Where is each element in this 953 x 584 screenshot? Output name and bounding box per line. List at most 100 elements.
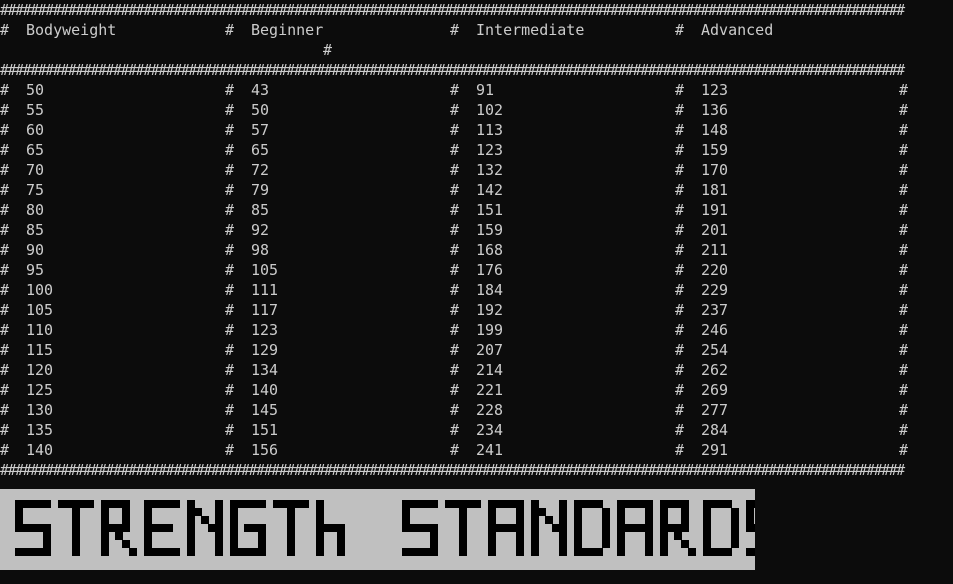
column-separator: # <box>0 81 10 99</box>
banner-pixel <box>287 524 295 532</box>
banner-pixel <box>151 548 159 556</box>
column-separator: # <box>899 321 909 339</box>
banner-pixel <box>409 548 417 556</box>
table-cell: 102 <box>476 101 504 119</box>
column-separator: # <box>0 221 10 239</box>
banner-pixel <box>581 548 589 556</box>
banner-pixel <box>473 500 481 508</box>
banner-pixel <box>660 540 668 548</box>
banner-pixel <box>151 500 159 508</box>
banner-pixel <box>645 548 653 556</box>
banner-pixel <box>122 524 130 532</box>
banner-pixel <box>337 532 345 540</box>
banner-pixel <box>230 540 238 548</box>
banner-pixel <box>509 524 517 532</box>
banner-pixel <box>215 540 223 548</box>
column-separator: # <box>450 181 460 199</box>
banner-pixel <box>531 540 539 548</box>
table-row: #120 #134 #214 #262 # <box>0 360 953 380</box>
banner-pixel <box>122 500 130 508</box>
banner-pixel <box>710 548 718 556</box>
column-separator: # <box>899 81 909 99</box>
banner-pixel <box>731 508 739 516</box>
table-cell: 170 <box>701 161 729 179</box>
table-cell: 221 <box>476 381 504 399</box>
table-cell: 85 <box>26 221 45 239</box>
table-cell: 207 <box>476 341 504 359</box>
banner-pixel <box>731 524 739 532</box>
column-separator: # <box>225 241 235 259</box>
banner-pixel <box>215 500 223 508</box>
banner-pixel <box>301 500 309 508</box>
column-header: Advanced <box>701 21 774 39</box>
banner-pixel <box>423 524 431 532</box>
banner-pixel <box>115 532 123 540</box>
banner-pixel <box>72 548 80 556</box>
table-cell: 228 <box>476 401 504 419</box>
table-cell: 98 <box>251 241 270 259</box>
banner-pixel <box>660 548 668 556</box>
column-separator: # <box>450 261 460 279</box>
banner-pixel <box>144 516 152 524</box>
banner-pixel <box>645 516 653 524</box>
banner-pixel <box>187 548 195 556</box>
banner-pixel <box>72 524 80 532</box>
table-row: #105 #117 #192 #237 # <box>0 300 953 320</box>
column-separator: # <box>675 141 685 159</box>
banner-pixel <box>645 532 653 540</box>
table-row: #125 #140 #221 #269 # <box>0 380 953 400</box>
banner-pixel <box>459 500 467 508</box>
column-separator: # <box>675 81 685 99</box>
table-cell: 125 <box>26 381 54 399</box>
banner-pixel <box>287 548 295 556</box>
banner-pixel <box>144 524 152 532</box>
banner-pixel <box>624 500 632 508</box>
table-cell: 65 <box>26 141 45 159</box>
banner-pixel <box>172 500 180 508</box>
banner-pixel <box>208 524 216 532</box>
banner-pixel <box>43 532 51 540</box>
table-cell: 199 <box>476 321 504 339</box>
banner-pixel <box>122 516 130 524</box>
banner-pixel <box>258 524 266 532</box>
banner-pixel <box>287 508 295 516</box>
banner-pixel <box>15 548 23 556</box>
banner-pixel <box>617 508 625 516</box>
table-cell: 134 <box>251 361 279 379</box>
banner-pixel <box>122 508 130 516</box>
table-row: #55 #50 #102 #136 # <box>0 100 953 120</box>
banner-pixel <box>531 532 539 540</box>
table-cell: 111 <box>251 281 279 299</box>
table-cell: 50 <box>26 81 45 99</box>
column-separator: # <box>0 241 10 259</box>
column-separator: # <box>225 121 235 139</box>
banner-pixel <box>72 508 80 516</box>
table-cell: 214 <box>476 361 504 379</box>
banner-pixel <box>516 508 524 516</box>
banner-pixel <box>753 500 755 508</box>
banner-pixel <box>645 524 653 532</box>
banner-pixel <box>323 524 331 532</box>
banner-pixel <box>287 500 295 508</box>
banner-pixel <box>215 508 223 516</box>
column-separator: # <box>450 421 460 439</box>
banner-pixel <box>624 524 632 532</box>
banner-pixel <box>617 516 625 524</box>
table-cell: 140 <box>26 441 54 459</box>
banner-pixel <box>215 532 223 540</box>
banner-pixel <box>165 524 173 532</box>
banner-pixel <box>172 548 180 556</box>
banner-pixel <box>72 532 80 540</box>
table-cell: 91 <box>476 81 495 99</box>
banner-pixel <box>717 500 725 508</box>
table-row: #110 #123 #199 #246 # <box>0 320 953 340</box>
column-separator: # <box>0 341 10 359</box>
banner-pixel <box>330 524 338 532</box>
banner-pixel <box>595 500 603 508</box>
column-separator: # <box>899 121 909 139</box>
banner-pixel <box>516 540 524 548</box>
column-separator: # <box>899 101 909 119</box>
banner-pixel <box>402 524 410 532</box>
column-separator: # <box>675 261 685 279</box>
banner-pixel <box>724 548 732 556</box>
